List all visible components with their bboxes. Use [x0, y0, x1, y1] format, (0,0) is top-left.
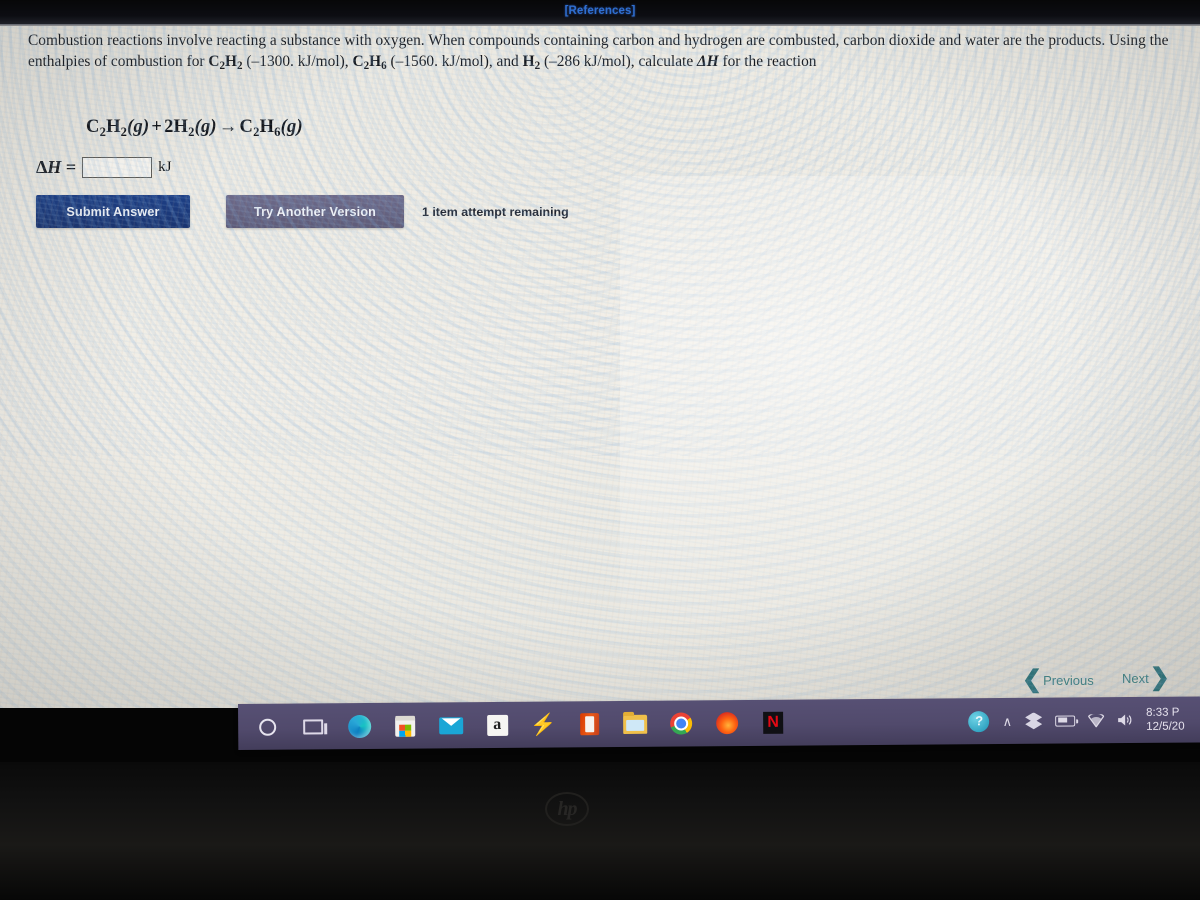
compound2-enthalpy: (–1560. kJ/mol), and: [386, 53, 523, 70]
eq-reactant1-c: C: [86, 117, 100, 137]
compound2-c: C: [352, 53, 364, 70]
compound3-h: H: [522, 53, 535, 70]
submit-answer-button[interactable]: Submit Answer: [36, 195, 190, 228]
delta-symbol: Δ: [36, 157, 48, 177]
delta-h-inline-symbol: ΔH: [697, 53, 719, 70]
eq-product-state: (g): [280, 117, 303, 137]
problem-statement: Combustion reactions involve reacting a …: [28, 30, 1176, 77]
wifi-glyph: [1088, 713, 1105, 727]
netflix-icon[interactable]: N: [760, 710, 786, 736]
eq-reactant1-h: H: [106, 117, 121, 137]
answer-row: ΔH = kJ: [36, 157, 171, 178]
system-tray: ? ∧ 8:33 P 12/5/20: [968, 696, 1196, 744]
chevron-up-icon[interactable]: ∧: [1003, 713, 1013, 728]
mail-icon[interactable]: [438, 712, 464, 738]
h-symbol: H: [47, 157, 62, 177]
battery-icon[interactable]: [1055, 714, 1076, 727]
clock-date: 12/5/20: [1146, 720, 1185, 733]
lightning-bolt-icon[interactable]: ⚡: [530, 712, 556, 738]
compound-c2h2: C2H2: [208, 53, 242, 72]
delta-h-answer-input[interactable]: [82, 157, 153, 178]
wifi-icon[interactable]: [1088, 713, 1105, 727]
eq-reactant2-coefficient: 2: [164, 117, 174, 137]
eq-reactant1-state: (g): [127, 117, 150, 137]
previous-button[interactable]: ❮ Previous: [1022, 666, 1094, 693]
chevron-left-icon: ❮: [1022, 666, 1043, 693]
chemical-equation: C2H2(g) +2H2(g) → C2H6(g): [86, 117, 303, 140]
references-link[interactable]: [References]: [0, 5, 1200, 17]
clock-datetime[interactable]: 8:33 P 12/5/20: [1146, 706, 1192, 734]
volume-icon[interactable]: [1117, 713, 1133, 727]
task-view-icon[interactable]: [300, 713, 326, 739]
action-button-row: Submit Answer Try Another Version 1 item…: [36, 195, 569, 228]
taskbar-icon-group: a ⚡ N: [254, 700, 786, 750]
cortana-icon[interactable]: [254, 714, 280, 740]
attempts-remaining-text: 1 item attempt remaining: [422, 204, 569, 219]
compound2-h: H: [369, 53, 382, 70]
previous-label: Previous: [1043, 672, 1094, 688]
chevron-right-icon: ❯: [1149, 664, 1170, 691]
compound1-enthalpy: (–1300. kJ/mol),: [242, 53, 353, 70]
office-icon[interactable]: [576, 711, 602, 737]
screenshot-root: [References] Combustion reactions involv…: [0, 0, 1200, 900]
eq-reactant2-h: H: [173, 117, 189, 137]
compound-c2h6: C2H6: [352, 53, 386, 72]
compound-h2: H2: [522, 53, 541, 72]
eq-reactant2-state: (g): [194, 117, 217, 137]
next-label: Next: [1122, 670, 1149, 686]
problem-text-tail: for the reaction: [718, 53, 817, 70]
next-button[interactable]: Next ❯: [1122, 664, 1170, 691]
windows-taskbar: a ⚡ N ? ∧ 8:33 P 12/5/20: [238, 696, 1200, 750]
eq-product-h: H: [259, 117, 275, 137]
microsoft-store-icon[interactable]: [392, 713, 418, 739]
clock-time: 8:33 P: [1146, 706, 1180, 719]
compound3-enthalpy: (–286 kJ/mol), calculate: [540, 53, 697, 70]
page-viewport: Combustion reactions involve reacting a …: [0, 26, 1200, 708]
browser-top-band: [References]: [0, 0, 1200, 26]
eq-plus-operator: +: [151, 117, 163, 137]
laptop-bezel: [0, 762, 1200, 900]
volume-glyph: [1118, 714, 1132, 726]
help-icon[interactable]: ?: [968, 710, 990, 732]
chrome-icon[interactable]: [668, 710, 694, 736]
compound1-c: C: [208, 53, 220, 70]
delta-h-label: ΔH =: [36, 157, 76, 178]
eq-product-c: C: [239, 117, 254, 137]
assignment-content: Combustion reactions involve reacting a …: [0, 26, 1200, 708]
answer-unit-label: kJ: [158, 159, 172, 175]
edge-icon[interactable]: [346, 713, 372, 739]
compound1-h: H: [225, 53, 238, 70]
eq-arrow: →: [218, 117, 238, 137]
hp-logo: hp: [545, 792, 589, 826]
try-another-version-button[interactable]: Try Another Version: [226, 195, 404, 228]
amazon-icon[interactable]: a: [484, 712, 510, 738]
file-explorer-icon[interactable]: [622, 711, 648, 737]
firefox-icon[interactable]: [714, 710, 740, 736]
equals-symbol: =: [65, 157, 77, 177]
dropbox-icon[interactable]: [1025, 712, 1042, 729]
